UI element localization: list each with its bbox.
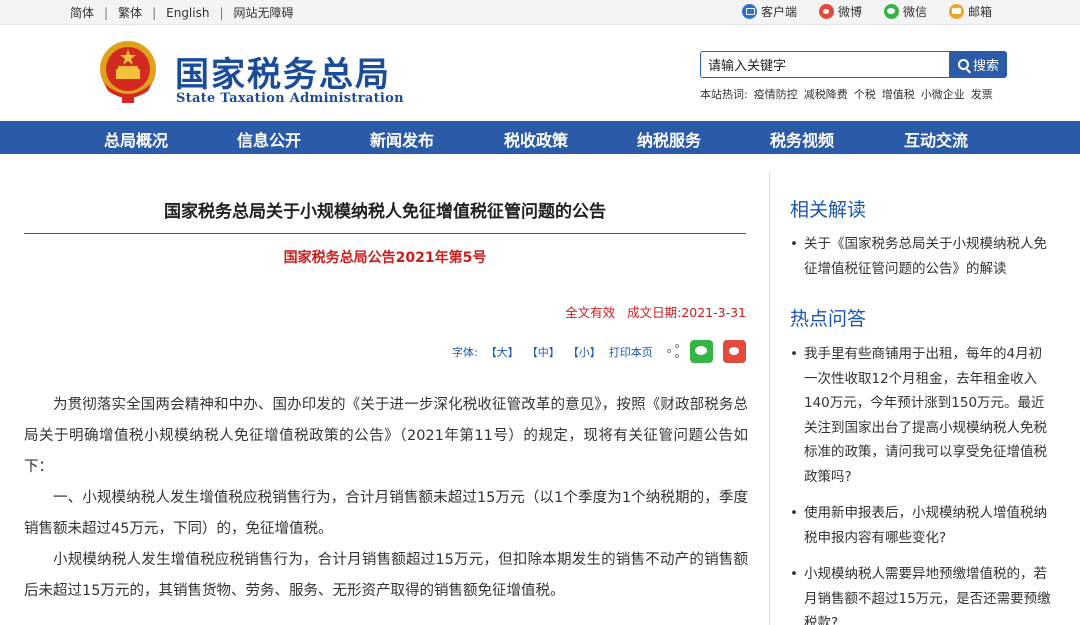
list-item[interactable]: 我手里有些商铺用于出租，每年的4月初一次性收取12个月租金，去年租金收入140万… (790, 342, 1052, 489)
nav-item-tax-service[interactable]: 纳税服务 (637, 127, 701, 151)
hot-faq-list: 我手里有些商铺用于出租，每年的4月初一次性收取12个月租金，去年租金收入140万… (790, 342, 1052, 625)
hot-words: 本站热词: 疫情防控 减税降费 个税 增值税 小微企业 发票 (700, 86, 993, 102)
list-item[interactable]: 关于《国家税务总局关于小规模纳税人免征增值税征管问题的公告》的解读 (790, 232, 1052, 281)
lang-traditional-link[interactable]: 繁体 (118, 4, 142, 21)
list-item[interactable]: 使用新申报表后，小规模纳税人增值税纳税申报内容有哪些变化? (790, 501, 1052, 550)
mail-link[interactable]: 邮箱 (948, 3, 992, 20)
separator: | (219, 5, 224, 20)
weibo-icon (818, 4, 834, 19)
main-nav: 总局概况 信息公开 新闻发布 税收政策 纳税服务 税务视频 互动交流 (0, 121, 1080, 154)
font-small-button[interactable]: 【小】 (568, 344, 601, 360)
paragraph: 为贯彻落实全国两会精神和中办、国办印发的《关于进一步深化税收征管改革的意见》，按… (24, 397, 748, 475)
nav-item-interaction[interactable]: 互动交流 (904, 127, 968, 151)
site-header: 国家税务总局 State Taxation Administration 搜索 … (0, 25, 1080, 121)
wechat-link[interactable]: 微信 (883, 3, 927, 20)
hot-word[interactable]: 发票 (971, 86, 993, 102)
hot-word[interactable]: 减税降费 (804, 86, 848, 102)
print-button[interactable]: 打印本页 (609, 344, 653, 360)
lang-english-link[interactable]: English (166, 6, 209, 20)
share-wechat-icon[interactable] (689, 340, 713, 363)
share-weibo-icon[interactable] (722, 340, 746, 363)
weibo-label: 微博 (837, 5, 862, 19)
lang-simplified-link[interactable]: 简体 (70, 4, 94, 21)
site-title-english: State Taxation Administration (176, 91, 404, 106)
search-icon (957, 59, 969, 70)
hot-words-label: 本站热词: (700, 88, 748, 101)
site-title[interactable]: 国家税务总局 (175, 47, 391, 96)
hot-faq-heading: 热点问答 (790, 308, 867, 330)
hot-word[interactable]: 个税 (854, 86, 876, 102)
wechat-label: 微信 (902, 5, 927, 19)
nav-item-tax-video[interactable]: 税务视频 (770, 127, 834, 151)
paragraph: 一、小规模纳税人发生增值税应税销售行为，合计月销售额未超过15万元（以1个季度为… (24, 490, 748, 537)
weibo-link[interactable]: 微博 (818, 3, 862, 20)
search-button[interactable]: 搜索 (950, 51, 1007, 78)
search-input[interactable] (700, 51, 950, 78)
sidebar-divider (769, 172, 770, 625)
top-utility-bar: 简体 | 繁体 | English | 网站无障碍 客户端 微博 微信 邮箱 (0, 0, 1080, 25)
title-divider (24, 233, 746, 234)
mail-label: 邮箱 (967, 5, 992, 19)
article-body: 为贯彻落实全国两会精神和中办、国办印发的《关于进一步深化税收征管改革的意见》，按… (24, 390, 748, 607)
nav-item-info-disclosure[interactable]: 信息公开 (237, 127, 301, 151)
article-title: 国家税务总局关于小规模纳税人免征增值税征管问题的公告 (164, 202, 606, 222)
article-meta: 全文有效 成文日期:2021-3-31 (553, 302, 746, 321)
hot-word[interactable]: 小微企业 (921, 86, 965, 102)
font-size-tools: 字体: 【大】 【中】 【小】 打印本页 (452, 340, 746, 363)
search-button-label: 搜索 (972, 59, 999, 74)
font-size-label: 字体: (452, 345, 478, 359)
client-icon (741, 4, 757, 19)
font-medium-button[interactable]: 【中】 (527, 344, 560, 360)
validity-status: 全文有效 (565, 305, 616, 320)
accessibility-link[interactable]: 网站无障碍 (234, 4, 294, 21)
nav-item-overview[interactable]: 总局概况 (104, 127, 168, 151)
announcement-number: 国家税务总局公告2021年第5号 (283, 250, 487, 266)
issue-date: 成文日期:2021-3-31 (627, 305, 746, 320)
mail-icon (948, 4, 964, 19)
share-icon[interactable] (666, 344, 682, 359)
list-item[interactable]: 小规模纳税人需要异地预缴增值税的，若月销售额不超过15万元，是否还需要预缴税款? (790, 562, 1052, 625)
related-interpretation-list: 关于《国家税务总局关于小规模纳税人免征增值税征管问题的公告》的解读 (790, 232, 1052, 293)
nav-item-news[interactable]: 新闻发布 (370, 127, 434, 151)
client-link[interactable]: 客户端 (741, 3, 797, 20)
nav-item-tax-policy[interactable]: 税收政策 (504, 127, 568, 151)
separator: | (104, 5, 109, 20)
font-large-button[interactable]: 【大】 (486, 344, 519, 360)
national-emblem-icon[interactable] (98, 39, 158, 105)
social-links: 客户端 微博 微信 邮箱 (720, 3, 992, 20)
language-links: 简体 | 繁体 | English | 网站无障碍 (70, 4, 294, 21)
client-label: 客户端 (760, 5, 797, 19)
related-interpretation-heading: 相关解读 (790, 199, 867, 221)
hot-word[interactable]: 疫情防控 (754, 86, 798, 102)
wechat-icon (883, 4, 899, 19)
hot-word[interactable]: 增值税 (882, 86, 915, 102)
paragraph: 小规模纳税人发生增值税应税销售行为，合计月销售额超过15万元，但扣除本期发生的销… (24, 552, 748, 599)
separator: | (152, 5, 157, 20)
